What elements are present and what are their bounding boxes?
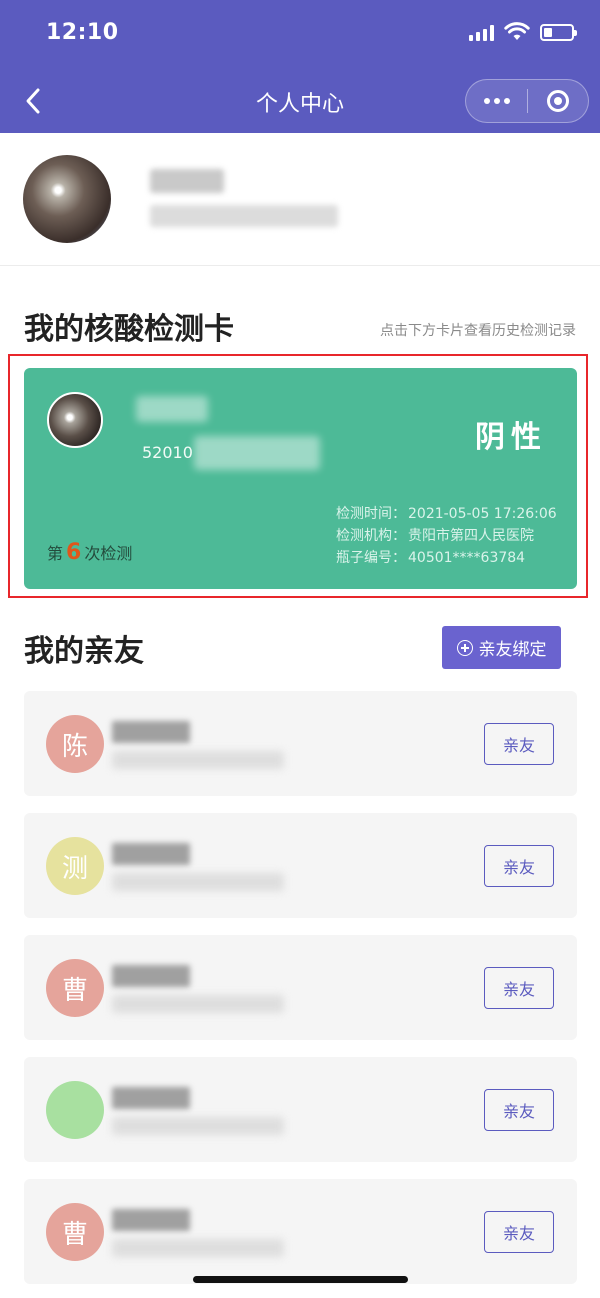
redacted-friend-id: [112, 751, 284, 769]
info-label: 瓶子编号：: [336, 550, 406, 566]
friend-avatar: 曹: [46, 959, 104, 1017]
info-row: 检测时间： 2021-05-05 17:26:06: [336, 503, 557, 525]
friends-section-title: 我的亲友: [24, 634, 144, 669]
friend-tag-button[interactable]: 亲友: [484, 723, 554, 765]
info-row: 检测机构： 贵阳市第四人民医院: [336, 525, 557, 547]
info-label: 检测时间：: [336, 506, 406, 522]
list-item[interactable]: 亲友: [24, 1057, 577, 1162]
avatar[interactable]: [23, 155, 111, 243]
status-time: 12:10: [46, 20, 119, 45]
home-indicator: [193, 1276, 408, 1283]
friend-avatar: 陈: [46, 715, 104, 773]
redacted-friend-name: [112, 965, 190, 987]
wifi-icon: [504, 22, 530, 40]
list-item[interactable]: 曹 亲友: [24, 935, 577, 1040]
more-icon[interactable]: [466, 80, 527, 122]
signal-icon: [469, 23, 494, 41]
card-id-prefix: 52010: [142, 443, 193, 462]
redacted-name: [150, 169, 224, 193]
count-suffix: 次检测: [84, 544, 133, 563]
card-hint: 点击下方卡片查看历史检测记录: [380, 323, 576, 339]
card-info: 检测时间： 2021-05-05 17:26:06 检测机构： 贵阳市第四人民医…: [336, 503, 557, 569]
redacted-friend-name: [112, 1087, 190, 1109]
bind-friend-button[interactable]: 亲友绑定: [442, 626, 561, 669]
friend-avatar: [46, 1081, 104, 1139]
redacted-friend-id: [112, 1239, 284, 1257]
card-section-title: 我的核酸检测卡: [24, 312, 234, 347]
friend-tag-button[interactable]: 亲友: [484, 845, 554, 887]
mini-program-capsule: [465, 79, 589, 123]
friend-tag-button[interactable]: 亲友: [484, 1089, 554, 1131]
plus-circle-icon: [456, 639, 473, 656]
card-avatar: [47, 392, 103, 448]
battery-icon: [540, 23, 577, 41]
redacted-friend-id: [112, 1117, 284, 1135]
redacted-friend-id: [112, 873, 284, 891]
redacted-friend-name: [112, 843, 190, 865]
redacted-friend-id: [112, 995, 284, 1013]
count-prefix: 第: [47, 544, 64, 563]
status-icons: [469, 22, 577, 42]
redacted-friend-name: [112, 721, 190, 743]
friend-tag-button[interactable]: 亲友: [484, 967, 554, 1009]
friend-tag-button[interactable]: 亲友: [484, 1211, 554, 1253]
redacted-id: [150, 205, 338, 227]
info-value: 贵阳市第四人民医院: [408, 528, 534, 544]
header-bar: 12:10 个人中心: [0, 0, 600, 133]
list-item[interactable]: 测 亲友: [24, 813, 577, 918]
list-item[interactable]: 陈 亲友: [24, 691, 577, 796]
list-item[interactable]: 曹 亲友: [24, 1179, 577, 1284]
info-value: 2021-05-05 17:26:06: [408, 506, 557, 522]
redacted-friend-name: [112, 1209, 190, 1231]
close-capsule-icon[interactable]: [528, 80, 588, 122]
test-count: 第 6 次检测: [47, 540, 132, 565]
info-label: 检测机构：: [336, 528, 406, 544]
info-value: 40501****63784: [408, 550, 526, 566]
info-row: 瓶子编号： 40501****63784: [336, 547, 557, 569]
test-result: 阴性: [475, 420, 547, 455]
redacted-card-name: [136, 396, 208, 422]
redacted-card-id: [194, 436, 320, 470]
friend-avatar: 测: [46, 837, 104, 895]
profile-section: [0, 133, 600, 266]
count-number: 6: [66, 540, 82, 565]
friend-avatar: 曹: [46, 1203, 104, 1261]
bind-friend-label: 亲友绑定: [478, 640, 547, 660]
nucleic-test-card[interactable]: 52010 阴性 检测时间： 2021-05-05 17:26:06 检测机构：…: [24, 368, 577, 589]
